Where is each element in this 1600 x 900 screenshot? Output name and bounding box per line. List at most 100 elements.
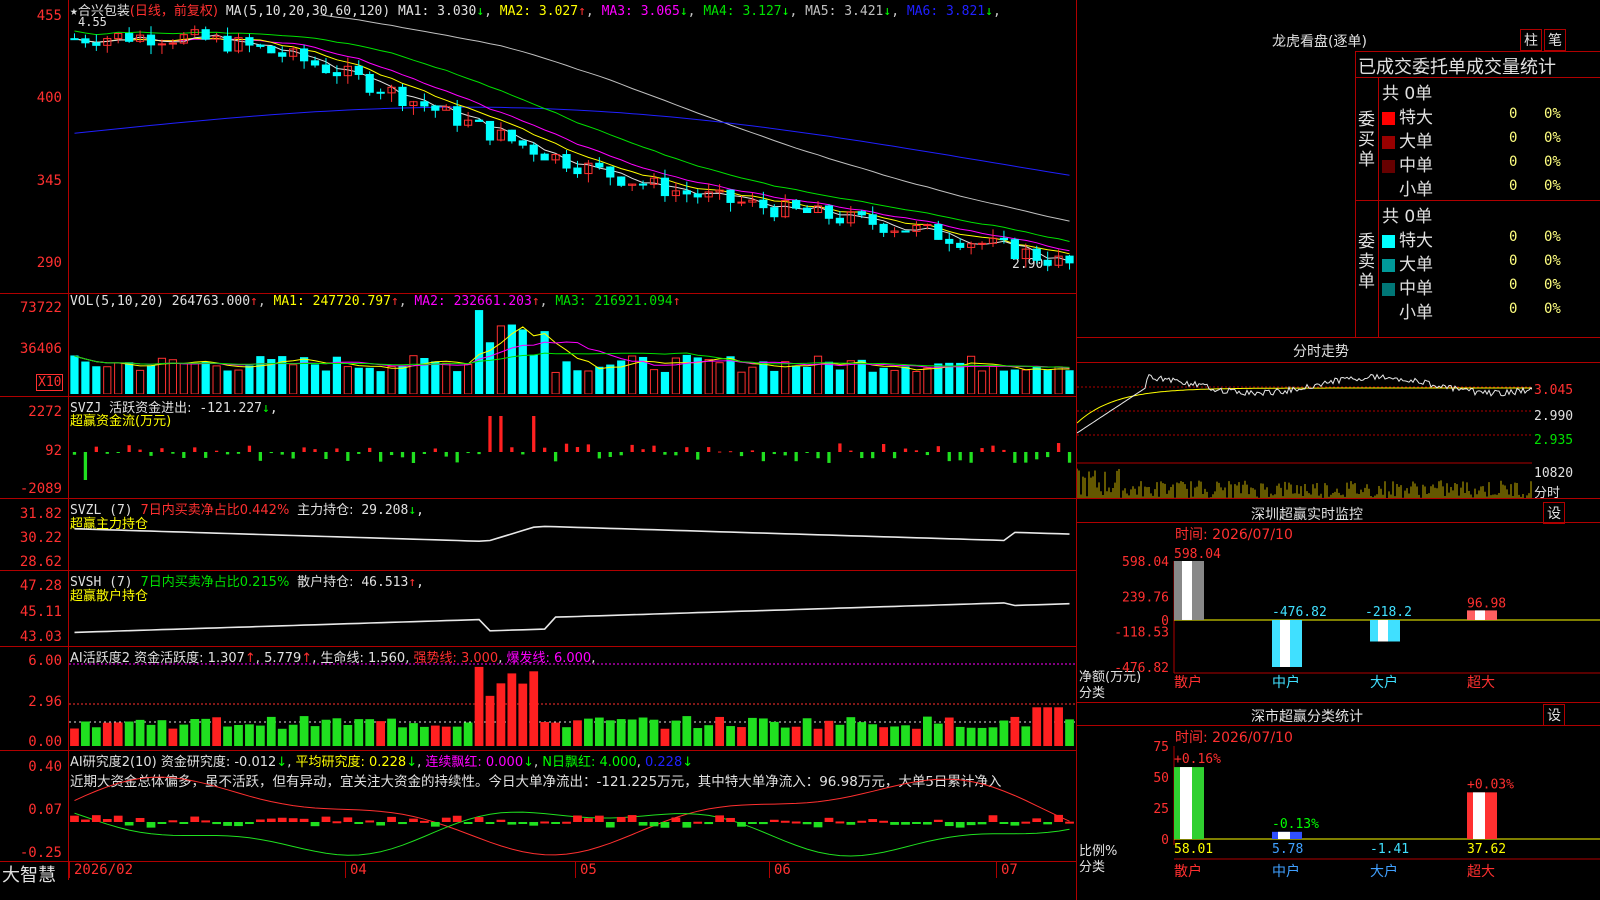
volume-bar xyxy=(562,361,571,394)
intraday-price-3: 2.935 xyxy=(1534,433,1574,448)
volume-bar xyxy=(442,362,451,394)
candle-body xyxy=(595,162,604,168)
volume-bar xyxy=(474,310,484,394)
research-bar xyxy=(671,817,681,822)
order-count: 0 xyxy=(1509,154,1518,170)
volume-chart[interactable] xyxy=(69,308,1075,394)
fund-flow-bar xyxy=(838,443,842,452)
stats-settings-button[interactable]: 设 xyxy=(1543,704,1565,726)
volume-bar xyxy=(201,361,210,394)
fund-flow-bar xyxy=(204,452,208,458)
net-flow-bar-chart[interactable]: 598.04239.760-118.53-476.82598.04散户-476.… xyxy=(1077,540,1600,702)
y-tick-label: 75 xyxy=(1153,740,1169,755)
fund-flow-chart[interactable] xyxy=(69,400,1075,496)
buy-rows: 特大 0 0% 大单 0 0% 中单 0 0% 小单 0 0% xyxy=(1382,103,1600,200)
volume-bar xyxy=(1021,369,1030,394)
fund-flow-bar xyxy=(947,452,951,462)
candle-body xyxy=(934,224,943,240)
fund-flow-bar xyxy=(160,448,164,452)
fund-flow-bar xyxy=(225,452,230,455)
activity-bar xyxy=(1054,707,1063,746)
research-bar xyxy=(999,822,1009,824)
research-bar xyxy=(70,815,79,822)
activity-bar xyxy=(627,719,637,746)
category-label: 超大 xyxy=(1467,675,1495,691)
activity-bar xyxy=(846,717,856,746)
activity-bar xyxy=(1021,726,1031,746)
activity-bar xyxy=(802,718,812,746)
chart-area[interactable]: 455 400 345 290 ★合兴包装(日线，前复权) MA(5,10,20… xyxy=(0,0,1077,900)
volume-bar xyxy=(135,369,145,394)
research-bar xyxy=(551,822,560,824)
activity-bar xyxy=(594,717,604,746)
column-view-button[interactable]: 柱 xyxy=(1520,29,1542,51)
intraday-chart[interactable] xyxy=(1077,363,1532,498)
activity-bar xyxy=(791,726,801,746)
intraday-title: 分时走势 xyxy=(1293,344,1349,360)
research-bar xyxy=(441,817,451,822)
activity-bar xyxy=(277,728,287,746)
research-bar xyxy=(868,819,878,822)
app-name: 大智慧 xyxy=(2,865,56,886)
order-row: 大单 0 0% xyxy=(1382,250,1600,275)
research-bar xyxy=(310,822,320,827)
color-swatch xyxy=(1382,258,1395,272)
activity-bar xyxy=(988,727,998,746)
fund-flow-bar xyxy=(247,445,252,452)
fund-flow-bar xyxy=(827,452,831,463)
volume-bar xyxy=(103,366,112,394)
fund-flow-bar xyxy=(422,452,427,454)
research-bar xyxy=(518,822,528,824)
candlestick-chart[interactable] xyxy=(69,15,1075,291)
research-bar xyxy=(365,820,375,823)
svzl-y-label-1: 31.82 xyxy=(19,506,62,522)
fund-flow-bar xyxy=(871,452,875,459)
research-bar xyxy=(540,821,550,824)
ai-active-chart[interactable] xyxy=(69,660,1075,748)
activity-bar xyxy=(113,722,123,746)
candle-body xyxy=(420,101,429,107)
svsh-y-label-2: 45.11 xyxy=(19,604,62,620)
activity-bar xyxy=(868,724,878,746)
y-label-400: 400 xyxy=(36,90,62,106)
research-bar xyxy=(146,822,156,828)
activity-bar xyxy=(70,728,79,746)
ratio-bar-chart[interactable]: 75 50 25 0 +0.16% 58.01 散户 -0.13% 5.78 中户 -1.41 大户 +… xyxy=(1077,740,1600,900)
order-stats-header: 已成交委托单成交量统计 xyxy=(1358,57,1556,78)
change-label: +0.03% xyxy=(1467,777,1514,792)
main-holding-chart[interactable] xyxy=(69,512,1075,568)
volume-bar xyxy=(857,359,866,394)
order-type-label: 大单 xyxy=(1399,132,1433,152)
activity-bar xyxy=(255,725,265,746)
fund-flow-bar xyxy=(586,444,591,452)
research-bar xyxy=(288,818,298,822)
fund-flow-bar xyxy=(1024,452,1028,463)
fund-flow-bar xyxy=(488,416,492,452)
candle-body xyxy=(638,183,648,186)
fund-flow-bar xyxy=(761,452,765,462)
volume-bar xyxy=(376,371,385,394)
ai-research-chart[interactable] xyxy=(69,760,1075,860)
activity-bar xyxy=(638,717,648,746)
svzj-y-label-1: 2272 xyxy=(28,404,62,420)
volume-bar xyxy=(529,354,538,394)
fund-flow-bar xyxy=(663,452,667,455)
activity-bar xyxy=(321,719,331,746)
research-bar xyxy=(944,822,954,827)
tick-view-button[interactable]: 笔 xyxy=(1544,29,1566,51)
volume-bar xyxy=(540,331,549,394)
volume-bar xyxy=(1065,370,1074,394)
monitor-settings-button[interactable]: 设 xyxy=(1543,502,1565,524)
activity-bar xyxy=(737,727,746,746)
activity-bar xyxy=(813,728,823,746)
volume-bar xyxy=(759,361,768,394)
activity-bar xyxy=(266,716,276,746)
research-bar xyxy=(1043,822,1053,825)
activity-bar xyxy=(201,718,211,746)
activity-bar xyxy=(223,726,232,746)
y-label-345: 345 xyxy=(36,173,62,189)
ai-active-y-label-2: 2.96 xyxy=(28,694,62,710)
fund-flow-bar xyxy=(466,452,470,454)
retail-holding-chart[interactable] xyxy=(69,586,1075,644)
fund-flow-bar xyxy=(980,448,984,452)
